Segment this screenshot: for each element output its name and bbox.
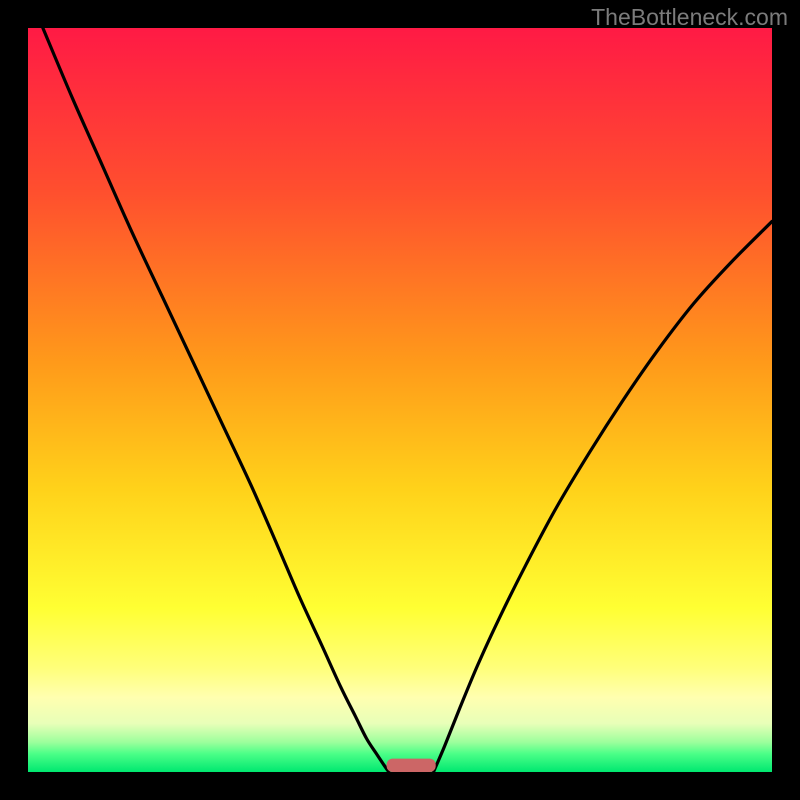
watermark-text: TheBottleneck.com xyxy=(591,4,788,31)
gradient-background xyxy=(28,28,772,772)
plot-area xyxy=(28,28,772,772)
bottom-marker xyxy=(387,759,436,772)
chart-frame: TheBottleneck.com xyxy=(0,0,800,800)
plot-svg xyxy=(28,28,772,772)
